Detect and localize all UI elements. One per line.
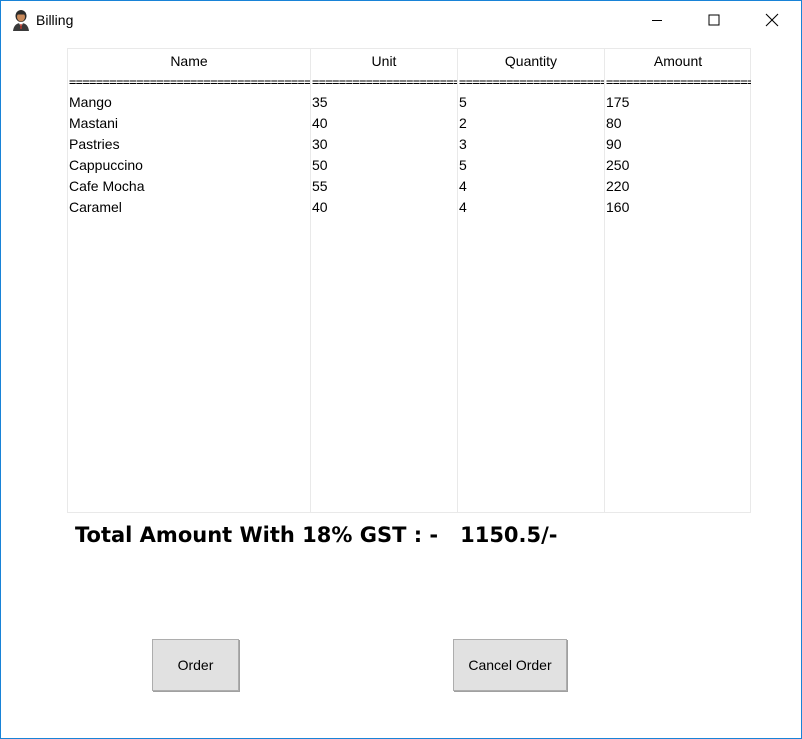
- table-cell: 90: [606, 136, 622, 152]
- total-label: Total Amount With 18% GST : -: [75, 523, 439, 547]
- close-button[interactable]: [743, 1, 801, 39]
- user-avatar-icon: [11, 9, 31, 31]
- billing-window: Billing Name ===========================…: [0, 0, 802, 739]
- table-cell: 2: [459, 115, 467, 131]
- total-value: 1150.5/-: [460, 523, 558, 547]
- minimize-icon: [652, 20, 662, 21]
- table-cell: 5: [459, 157, 467, 173]
- table-cell: 30: [312, 136, 328, 152]
- table-cell: 35: [312, 94, 328, 110]
- table-cell: 4: [459, 199, 467, 215]
- table-cell: 80: [606, 115, 622, 131]
- column-header-unit: Unit: [371, 53, 397, 69]
- table-cell: 175: [606, 94, 630, 110]
- column-separator: ========================================…: [459, 75, 604, 89]
- table-cell: 40: [312, 115, 328, 131]
- table-cell: Mastani: [69, 115, 119, 131]
- order-button[interactable]: Order: [152, 639, 239, 691]
- column-name: Name ===================================…: [68, 49, 311, 512]
- column-unit: Unit ===================================…: [311, 49, 458, 512]
- column-separator: ========================================…: [606, 75, 751, 89]
- table-cell: Cappuccino: [69, 157, 143, 173]
- table-cell: 50: [312, 157, 328, 173]
- column-header-name: Name: [170, 53, 208, 69]
- column-amount: Amount =================================…: [605, 49, 751, 512]
- maximize-button[interactable]: [685, 1, 743, 39]
- table-cell: 250: [606, 157, 630, 173]
- table-cell: 55: [312, 178, 328, 194]
- table-cell: 4: [459, 178, 467, 194]
- table-cell: 220: [606, 178, 630, 194]
- maximize-icon: [708, 14, 720, 26]
- close-icon: [765, 13, 779, 27]
- table-cell: 3: [459, 136, 467, 152]
- cancel-order-button[interactable]: Cancel Order: [453, 639, 567, 691]
- window-title: Billing: [36, 12, 74, 28]
- column-separator: ========================================…: [69, 75, 310, 89]
- column-header-amount: Amount: [653, 53, 703, 69]
- table-cell: 40: [312, 199, 328, 215]
- column-header-quantity: Quantity: [504, 53, 558, 69]
- table-cell: 5: [459, 94, 467, 110]
- bill-table: Name ===================================…: [67, 48, 751, 513]
- table-cell: Pastries: [69, 136, 120, 152]
- table-cell: Mango: [69, 94, 112, 110]
- minimize-button[interactable]: [628, 1, 686, 39]
- column-quantity: Quantity ===============================…: [458, 49, 605, 512]
- title-bar[interactable]: Billing: [1, 1, 801, 39]
- column-separator: ========================================…: [312, 75, 457, 89]
- table-cell: Cafe Mocha: [69, 178, 145, 194]
- total-amount-line: Total Amount With 18% GST : - 1150.5/-: [75, 523, 558, 547]
- table-cell: Caramel: [69, 199, 122, 215]
- table-cell: 160: [606, 199, 630, 215]
